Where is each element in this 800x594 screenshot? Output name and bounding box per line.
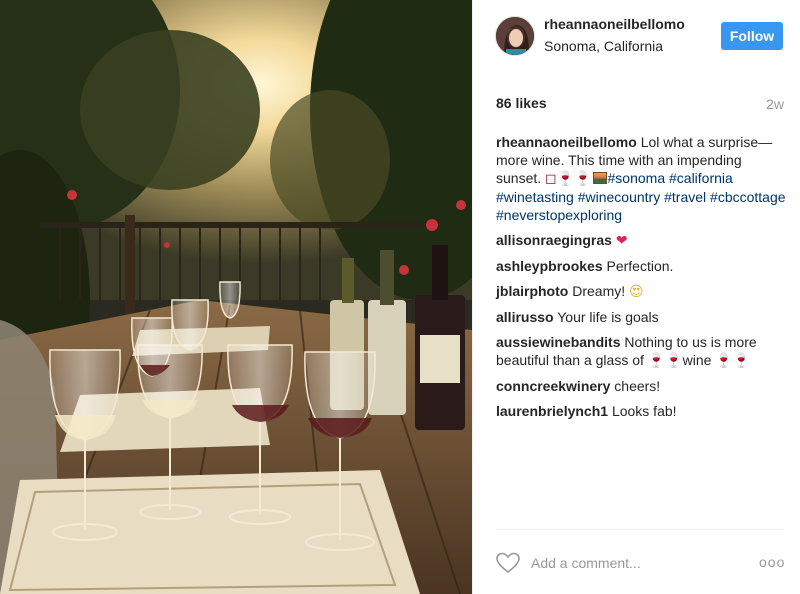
comment-item: ashleypbrookes Perfection.: [496, 257, 786, 275]
caption-username[interactable]: rheannaoneilbellomo: [496, 134, 637, 150]
hashtag-link[interactable]: #winetasting: [496, 189, 574, 205]
comment-text: Your life is goals: [557, 309, 659, 325]
hashtag-link[interactable]: #travel: [664, 189, 706, 205]
hashtag-link[interactable]: #winecountry: [578, 189, 661, 205]
caption: rheannaoneilbellomo Lol what a surprise—…: [496, 133, 786, 224]
comment-item: laurenbrielynch1 Looks fab!: [496, 402, 786, 420]
post-details-panel: rheannaoneilbellomo Sonoma, California F…: [472, 0, 800, 594]
comments-list: rheannaoneilbellomo Lol what a surprise—…: [496, 133, 786, 427]
wine-emoji-icon: 🍷🍷: [647, 353, 683, 369]
sunset-emoji-icon: [592, 172, 607, 184]
comment-text-cont: wine: [682, 352, 712, 368]
comment-item: aussiewinebandits Nothing to us is more …: [496, 333, 786, 370]
comment-text: Looks fab!: [611, 403, 677, 419]
comment-username[interactable]: allisonraegingras: [496, 232, 612, 248]
post-header: rheannaoneilbellomo Sonoma, California F…: [473, 0, 800, 72]
follow-button[interactable]: Follow: [721, 22, 783, 50]
hashtag-link[interactable]: #cbccottage: [710, 189, 786, 205]
comment-username[interactable]: allirusso: [496, 309, 554, 325]
comment-item: jblairphoto Dreamy! 😍: [496, 282, 786, 301]
hashtag-link[interactable]: #sonoma: [608, 170, 666, 186]
comment-item: allisonraegingras ❤: [496, 231, 786, 250]
instagram-post: rheannaoneilbellomo Sonoma, California F…: [0, 0, 800, 594]
wine-emoji-icon: 🍷🍷: [715, 353, 751, 369]
caption-emoji: ◻🍷🍷: [545, 171, 592, 187]
comment-text: Perfection.: [606, 258, 674, 274]
comment-item: allirusso Your life is goals: [496, 308, 786, 326]
likes-row: 86 likes 2w: [496, 95, 784, 115]
comment-username[interactable]: laurenbrielynch1: [496, 403, 608, 419]
profile-photo-icon: [496, 17, 534, 55]
author-username[interactable]: rheannaoneilbellomo: [544, 16, 685, 32]
post-photo[interactable]: [0, 0, 472, 594]
likes-count[interactable]: 86 likes: [496, 95, 547, 111]
comment-username[interactable]: ashleypbrookes: [496, 258, 603, 274]
like-heart-icon[interactable]: [496, 552, 520, 574]
divider: [496, 529, 784, 530]
add-comment-input[interactable]: [531, 551, 731, 575]
comment-username[interactable]: conncreekwinery: [496, 378, 610, 394]
comment-text: cheers!: [614, 378, 661, 394]
comment-username[interactable]: jblairphoto: [496, 283, 568, 299]
post-location[interactable]: Sonoma, California: [544, 38, 663, 54]
more-options-icon[interactable]: ooo: [759, 554, 785, 570]
hashtag-link[interactable]: #california: [669, 170, 733, 186]
post-age[interactable]: 2w: [766, 96, 784, 112]
wine-tasting-sunset-image: [0, 0, 472, 594]
avatar[interactable]: [495, 16, 535, 56]
comment-text: Dreamy!: [572, 283, 626, 299]
comment-username[interactable]: aussiewinebandits: [496, 334, 620, 350]
comment-item: conncreekwinery cheers!: [496, 377, 786, 395]
hashtag-link[interactable]: #neverstopexploring: [496, 207, 622, 223]
add-comment-bar: ooo: [473, 546, 800, 582]
heart-emoji-icon: ❤: [615, 233, 628, 249]
heart-eyes-emoji-icon: 😍: [629, 284, 644, 300]
